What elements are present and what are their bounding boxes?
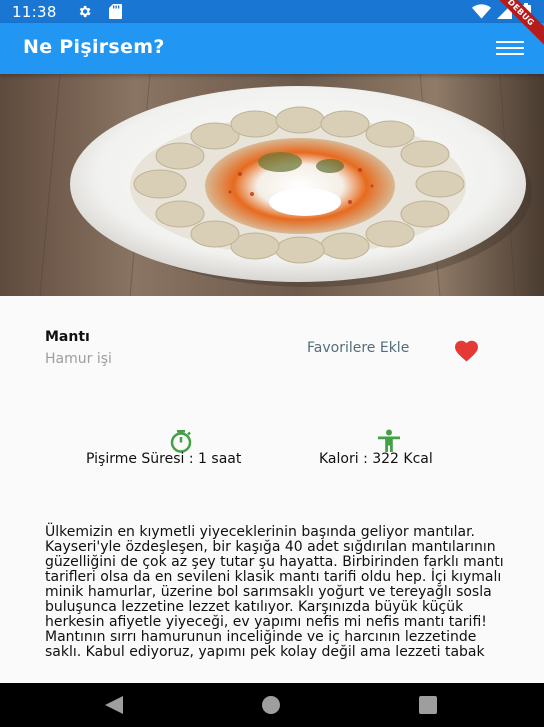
cooking-time-label: Pişirme Süresi : 1 saat: [86, 451, 242, 467]
sdcard-icon: [109, 4, 122, 19]
recents-icon[interactable]: [419, 696, 437, 714]
calorie-label: Kalori : 322 Kcal: [319, 451, 433, 467]
menu-icon[interactable]: [496, 40, 524, 56]
accessibility-icon: [378, 429, 400, 452]
app-title: Ne Pişirsem?: [23, 36, 165, 58]
status-bar: 11:38: [0, 0, 544, 23]
heart-icon[interactable]: [452, 338, 481, 362]
home-icon[interactable]: [261, 695, 281, 715]
back-icon[interactable]: [103, 696, 123, 714]
status-time: 11:38: [12, 3, 57, 21]
recipe-category: Hamur işi: [45, 351, 112, 367]
wifi-icon: [472, 4, 491, 19]
recipe-description: Ülkemizin en kıymetli yiyeceklerinin baş…: [45, 524, 504, 660]
recipe-image: [0, 74, 544, 296]
favorite-label[interactable]: Favorilere Ekle: [307, 340, 409, 356]
system-nav-bar: [0, 683, 544, 727]
timer-icon: [170, 430, 192, 453]
gear-icon: [79, 5, 91, 18]
app-bar: Ne Pişirsem?: [0, 23, 544, 74]
recipe-name: Mantı: [45, 329, 90, 345]
